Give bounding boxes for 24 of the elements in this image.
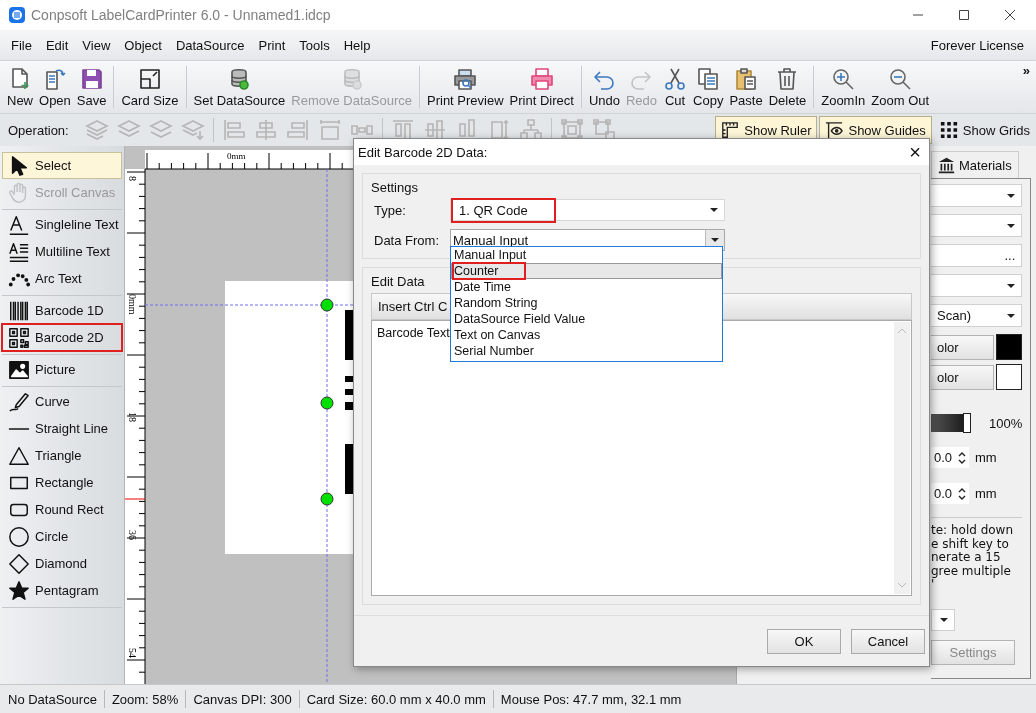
field-label: Type: (373, 202, 407, 218)
status-item: Canvas DPI: 300 (193, 691, 292, 707)
status-item: Mouse Pos: 47.7 mm, 32.1 mm (500, 691, 682, 707)
ruler-label: 8 (127, 176, 138, 181)
status-item: Zoom: 58% (111, 691, 179, 707)
selected-value: 1. QR Code (453, 199, 554, 221)
window-title: Conpsoft LabelCardPrinter 6.0 - Unnamed1.idcp (31, 7, 332, 23)
ruler-label: 18 (127, 412, 138, 422)
hint-text: te: hold down e shift key to nerate a 15 gree multiple ' (931, 524, 1014, 592)
slider-value: 100% (989, 415, 1023, 431)
license-label: Forever License (930, 37, 1025, 53)
group-label: Settings (371, 180, 418, 195)
ruler-label: 36 (127, 530, 138, 540)
status-item: No DataSource (8, 691, 97, 707)
status-item: Card Size: 60.0 mm x 40.0 mm (306, 691, 486, 707)
operation-label: Operation: (8, 122, 69, 138)
field-label: Data From: (373, 232, 440, 248)
ruler-label: 0mm (127, 294, 138, 315)
ruler-label: 54 (127, 648, 138, 658)
dialog-title: Edit Barcode 2D Data: (358, 144, 488, 160)
unit-label: mm (975, 450, 997, 465)
unit-label: mm (975, 486, 997, 501)
group-label: Edit Data (371, 274, 425, 289)
ruler-label: 0mm (227, 151, 246, 161)
